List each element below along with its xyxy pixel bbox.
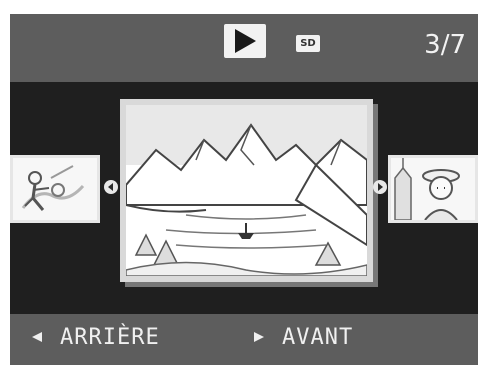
back-button[interactable]: ARRIÈRE	[30, 320, 160, 354]
scroll-right-arrow-icon[interactable]	[372, 179, 388, 195]
left-triangle-icon	[32, 332, 42, 342]
back-label: ARRIÈRE	[60, 324, 160, 350]
camera-playback-screen: SD 3/7 ARRIÈRE AVANT	[0, 0, 478, 365]
sd-card-icon: SD	[296, 35, 320, 52]
thumbnail-tennis-player[interactable]	[10, 155, 100, 223]
right-triangle-icon	[254, 332, 264, 342]
play-icon	[224, 24, 266, 58]
image-counter: 3/7	[424, 30, 466, 60]
thumbnail-portrait-hat[interactable]	[388, 155, 478, 223]
scroll-left-arrow-icon[interactable]	[103, 179, 119, 195]
forward-button[interactable]: AVANT	[252, 320, 353, 354]
thumbnail-mountain-lake[interactable]	[120, 99, 373, 282]
forward-label: AVANT	[282, 324, 354, 350]
